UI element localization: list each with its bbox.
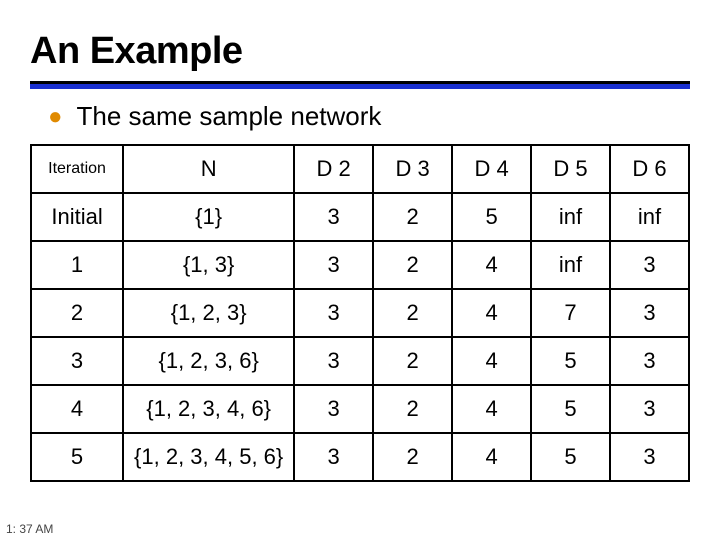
cell-d5: 5 xyxy=(531,337,610,385)
col-header-d4: D 4 xyxy=(452,145,531,193)
cell-n: {1, 2, 3} xyxy=(123,289,294,337)
title-rule xyxy=(30,81,690,89)
timestamp-label: 1: 37 AM xyxy=(6,522,53,536)
cell-d4: 4 xyxy=(452,385,531,433)
cell-d5: inf xyxy=(531,241,610,289)
col-header-iteration: Iteration xyxy=(31,145,123,193)
cell-d6: 3 xyxy=(610,433,689,481)
table-row: 3{1, 2, 3, 6}32453 xyxy=(31,337,689,385)
bullet-text: The same sample network xyxy=(77,101,382,132)
cell-d6: 3 xyxy=(610,385,689,433)
cell-n: {1} xyxy=(123,193,294,241)
cell-d5: 5 xyxy=(531,433,610,481)
cell-d2: 3 xyxy=(294,193,373,241)
cell-d5: 7 xyxy=(531,289,610,337)
bullet-dot-icon: ● xyxy=(48,105,63,129)
cell-d6: 3 xyxy=(610,241,689,289)
slide-title: An Example xyxy=(0,0,720,81)
cell-d4: 4 xyxy=(452,289,531,337)
cell-d2: 3 xyxy=(294,241,373,289)
cell-n: {1, 2, 3, 4, 6} xyxy=(123,385,294,433)
col-header-d5: D 5 xyxy=(531,145,610,193)
cell-d3: 2 xyxy=(373,385,452,433)
cell-d6: 3 xyxy=(610,337,689,385)
cell-d4: 4 xyxy=(452,337,531,385)
table-header-row: Iteration N D 2 D 3 D 4 D 5 D 6 xyxy=(31,145,689,193)
cell-d4: 4 xyxy=(452,241,531,289)
cell-iter: 2 xyxy=(31,289,123,337)
cell-n: {1, 2, 3, 6} xyxy=(123,337,294,385)
cell-d3: 2 xyxy=(373,337,452,385)
bullet-line: ● The same sample network xyxy=(0,89,720,144)
cell-d2: 3 xyxy=(294,289,373,337)
cell-d2: 3 xyxy=(294,385,373,433)
cell-iter: 1 xyxy=(31,241,123,289)
cell-d3: 2 xyxy=(373,433,452,481)
table-row: 5{1, 2, 3, 4, 5, 6}32453 xyxy=(31,433,689,481)
cell-iter: Initial xyxy=(31,193,123,241)
cell-d2: 3 xyxy=(294,337,373,385)
table-row: 1{1, 3}324inf3 xyxy=(31,241,689,289)
col-header-d2: D 2 xyxy=(294,145,373,193)
iteration-table: Iteration N D 2 D 3 D 4 D 5 D 6 Initial{… xyxy=(30,144,690,482)
table-row: 4{1, 2, 3, 4, 6}32453 xyxy=(31,385,689,433)
cell-d3: 2 xyxy=(373,241,452,289)
col-header-d3: D 3 xyxy=(373,145,452,193)
table-row: 2{1, 2, 3}32473 xyxy=(31,289,689,337)
cell-d3: 2 xyxy=(373,289,452,337)
cell-d3: 2 xyxy=(373,193,452,241)
cell-n: {1, 2, 3, 4, 5, 6} xyxy=(123,433,294,481)
cell-d4: 4 xyxy=(452,433,531,481)
cell-n: {1, 3} xyxy=(123,241,294,289)
cell-d6: inf xyxy=(610,193,689,241)
table-row: Initial{1}325infinf xyxy=(31,193,689,241)
cell-iter: 5 xyxy=(31,433,123,481)
cell-d5: inf xyxy=(531,193,610,241)
cell-iter: 3 xyxy=(31,337,123,385)
cell-iter: 4 xyxy=(31,385,123,433)
col-header-n: N xyxy=(123,145,294,193)
cell-d4: 5 xyxy=(452,193,531,241)
cell-d2: 3 xyxy=(294,433,373,481)
col-header-d6: D 6 xyxy=(610,145,689,193)
cell-d5: 5 xyxy=(531,385,610,433)
cell-d6: 3 xyxy=(610,289,689,337)
